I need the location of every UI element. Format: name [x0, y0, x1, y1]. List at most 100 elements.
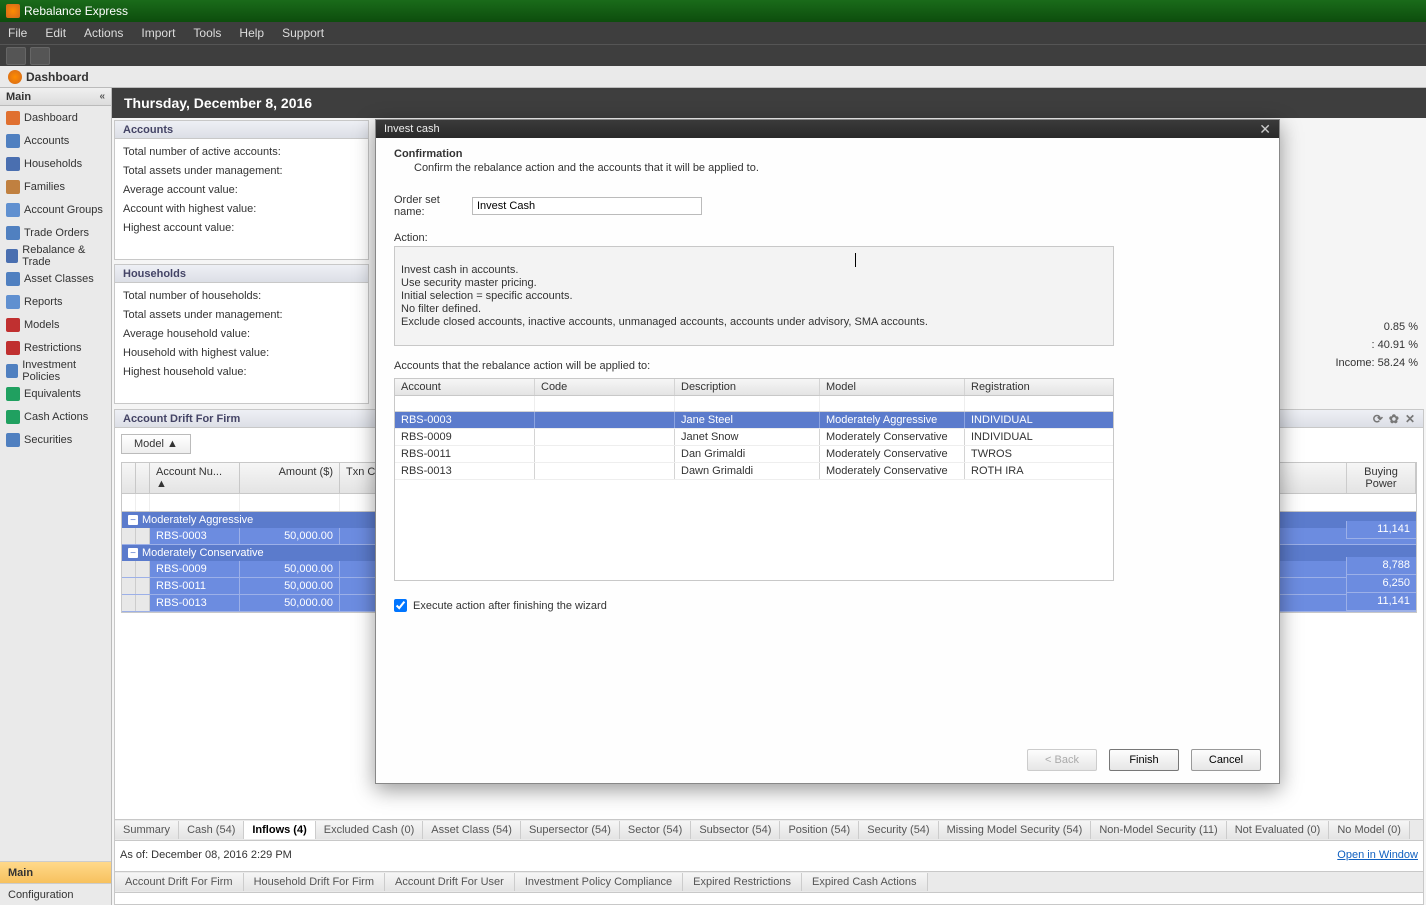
stat-3: Income: 58.24 %	[1288, 354, 1418, 372]
tab-position-54-[interactable]: Position (54)	[780, 821, 859, 839]
menu-import[interactable]: Import	[141, 26, 175, 40]
tab-missing-model-security-54-[interactable]: Missing Model Security (54)	[939, 821, 1092, 839]
tab2-household-drift-for-firm[interactable]: Household Drift For Firm	[244, 873, 385, 891]
sidebar-item-label: Trade Orders	[24, 227, 89, 239]
text-cursor	[855, 253, 856, 267]
sidebar-item-cash-actions[interactable]: Cash Actions	[0, 405, 111, 428]
refresh-icon[interactable]: ⟳	[1373, 412, 1383, 426]
tab-supersector-54-[interactable]: Supersector (54)	[521, 821, 620, 839]
tab-sector-54-[interactable]: Sector (54)	[620, 821, 691, 839]
tab-no-model-0-[interactable]: No Model (0)	[1329, 821, 1410, 839]
tab2-investment-policy-compliance[interactable]: Investment Policy Compliance	[515, 873, 683, 891]
col-model[interactable]: Model	[820, 379, 965, 395]
close-icon[interactable]: ✕	[1405, 412, 1415, 426]
sidebar-item-trade-orders[interactable]: Trade Orders	[0, 221, 111, 244]
accounts-table-filter[interactable]	[395, 396, 1113, 412]
dialog-buttons: < Back Finish Cancel	[1027, 749, 1261, 771]
tab-cash-54-[interactable]: Cash (54)	[179, 821, 244, 839]
open-in-window-link[interactable]: Open in Window	[1337, 849, 1418, 861]
toolbar-button-1[interactable]	[6, 47, 26, 65]
tab-asset-class-54-[interactable]: Asset Class (54)	[423, 821, 521, 839]
sidebar-footer-configuration[interactable]: Configuration	[0, 883, 111, 905]
tab-inflows-4-[interactable]: Inflows (4)	[244, 821, 315, 839]
sidebar-item-equivalents[interactable]: Equivalents	[0, 382, 111, 405]
sidebar-item-securities[interactable]: Securities	[0, 428, 111, 451]
menu-actions[interactable]: Actions	[84, 26, 123, 40]
households-panel-title: Households	[123, 268, 186, 280]
menu-file[interactable]: File	[8, 26, 27, 40]
tab-subsector-54-[interactable]: Subsector (54)	[691, 821, 780, 839]
cell-account: RBS-0003	[395, 412, 535, 428]
table-row[interactable]: RBS-0011Dan GrimaldiModerately Conservat…	[395, 446, 1113, 463]
sidebar-item-accounts[interactable]: Accounts	[0, 129, 111, 152]
collapse-icon[interactable]: −	[128, 548, 138, 558]
col-description[interactable]: Description	[675, 379, 820, 395]
action-textarea[interactable]: Invest cash in accounts. Use security ma…	[394, 246, 1114, 346]
accounts-table: Account Code Description Model Registrat…	[394, 378, 1114, 581]
dashboard-title: Dashboard	[26, 70, 89, 84]
cell-account: RBS-0009	[150, 561, 240, 577]
finish-button[interactable]: Finish	[1109, 749, 1179, 771]
model-sort-button[interactable]: Model ▲	[121, 434, 191, 454]
tab2-account-drift-for-user[interactable]: Account Drift For User	[385, 873, 515, 891]
menu-tools[interactable]: Tools	[193, 26, 221, 40]
sidebar-item-families[interactable]: Families	[0, 175, 111, 198]
sidebar-item-icon	[6, 433, 20, 447]
sidebar-item-account-groups[interactable]: Account Groups	[0, 198, 111, 221]
tab2-expired-cash-actions[interactable]: Expired Cash Actions	[802, 873, 928, 891]
sidebar-item-models[interactable]: Models	[0, 313, 111, 336]
sidebar-item-icon	[6, 134, 20, 148]
table-row[interactable]: RBS-0013Dawn GrimaldiModerately Conserva…	[395, 463, 1113, 480]
group-label: Moderately Aggressive	[142, 514, 253, 526]
cell-account: RBS-0013	[395, 463, 535, 479]
cell-model: Moderately Conservative	[820, 463, 965, 479]
cancel-button[interactable]: Cancel	[1191, 749, 1261, 771]
sidebar-collapse-icon[interactable]: «	[99, 91, 105, 102]
tab2-account-drift-for-firm[interactable]: Account Drift For Firm	[115, 873, 244, 891]
sidebar-item-investment-policies[interactable]: Investment Policies	[0, 359, 111, 382]
back-button[interactable]: < Back	[1027, 749, 1097, 771]
cell-registration: INDIVIDUAL	[965, 412, 1113, 428]
cell-code	[535, 463, 675, 479]
table-row[interactable]: RBS-0009Janet SnowModerately Conservativ…	[395, 429, 1113, 446]
sidebar-item-restrictions[interactable]: Restrictions	[0, 336, 111, 359]
col-account[interactable]: Account	[395, 379, 535, 395]
tab-not-evaluated-0-[interactable]: Not Evaluated (0)	[1227, 821, 1330, 839]
sidebar-item-dashboard[interactable]: Dashboard	[0, 106, 111, 129]
cell-buying-power: 6,250	[1346, 575, 1416, 593]
col-buying-power[interactable]: Buying Power	[1346, 463, 1416, 493]
tab-excluded-cash-0-[interactable]: Excluded Cash (0)	[316, 821, 424, 839]
sidebar-item-icon	[6, 341, 20, 355]
sidebar-item-reports[interactable]: Reports	[0, 290, 111, 313]
menu-help[interactable]: Help	[239, 26, 264, 40]
households-panel-head: Households	[115, 265, 368, 283]
asof-text: As of: December 08, 2016 2:29 PM	[120, 849, 292, 861]
tab-security-54-[interactable]: Security (54)	[859, 821, 938, 839]
sidebar-item-rebalance-trade[interactable]: Rebalance & Trade	[0, 244, 111, 267]
dialog-close-icon[interactable]: ✕	[1259, 121, 1271, 138]
menu-edit[interactable]: Edit	[45, 26, 66, 40]
col-code[interactable]: Code	[535, 379, 675, 395]
order-set-input[interactable]	[472, 197, 702, 215]
sidebar-item-icon	[6, 226, 20, 240]
toolbar-button-2[interactable]	[30, 47, 50, 65]
accounts-row: Average account value:	[123, 181, 360, 200]
execute-checkbox[interactable]	[394, 599, 407, 612]
menu-support[interactable]: Support	[282, 26, 324, 40]
col-account[interactable]: Account Nu... ▲	[150, 463, 240, 493]
col-amount[interactable]: Amount ($)	[240, 463, 340, 493]
sidebar-item-asset-classes[interactable]: Asset Classes	[0, 267, 111, 290]
col-registration[interactable]: Registration	[965, 379, 1113, 395]
tab-summary[interactable]: Summary	[115, 821, 179, 839]
dialog-titlebar: Invest cash ✕	[376, 120, 1279, 138]
table-row[interactable]: RBS-0003Jane SteelModerately AggressiveI…	[395, 412, 1113, 429]
tab2-expired-restrictions[interactable]: Expired Restrictions	[683, 873, 802, 891]
tab-non-model-security-11-[interactable]: Non-Model Security (11)	[1091, 821, 1226, 839]
sidebar-footer-main[interactable]: Main	[0, 861, 111, 883]
sidebar-item-households[interactable]: Households	[0, 152, 111, 175]
gear-icon[interactable]: ✿	[1389, 412, 1399, 426]
collapse-icon[interactable]: −	[128, 515, 138, 525]
date-text: Thursday, December 8, 2016	[124, 95, 312, 111]
dialog-subtitle: Confirm the rebalance action and the acc…	[414, 162, 1261, 174]
cell-code	[535, 446, 675, 462]
